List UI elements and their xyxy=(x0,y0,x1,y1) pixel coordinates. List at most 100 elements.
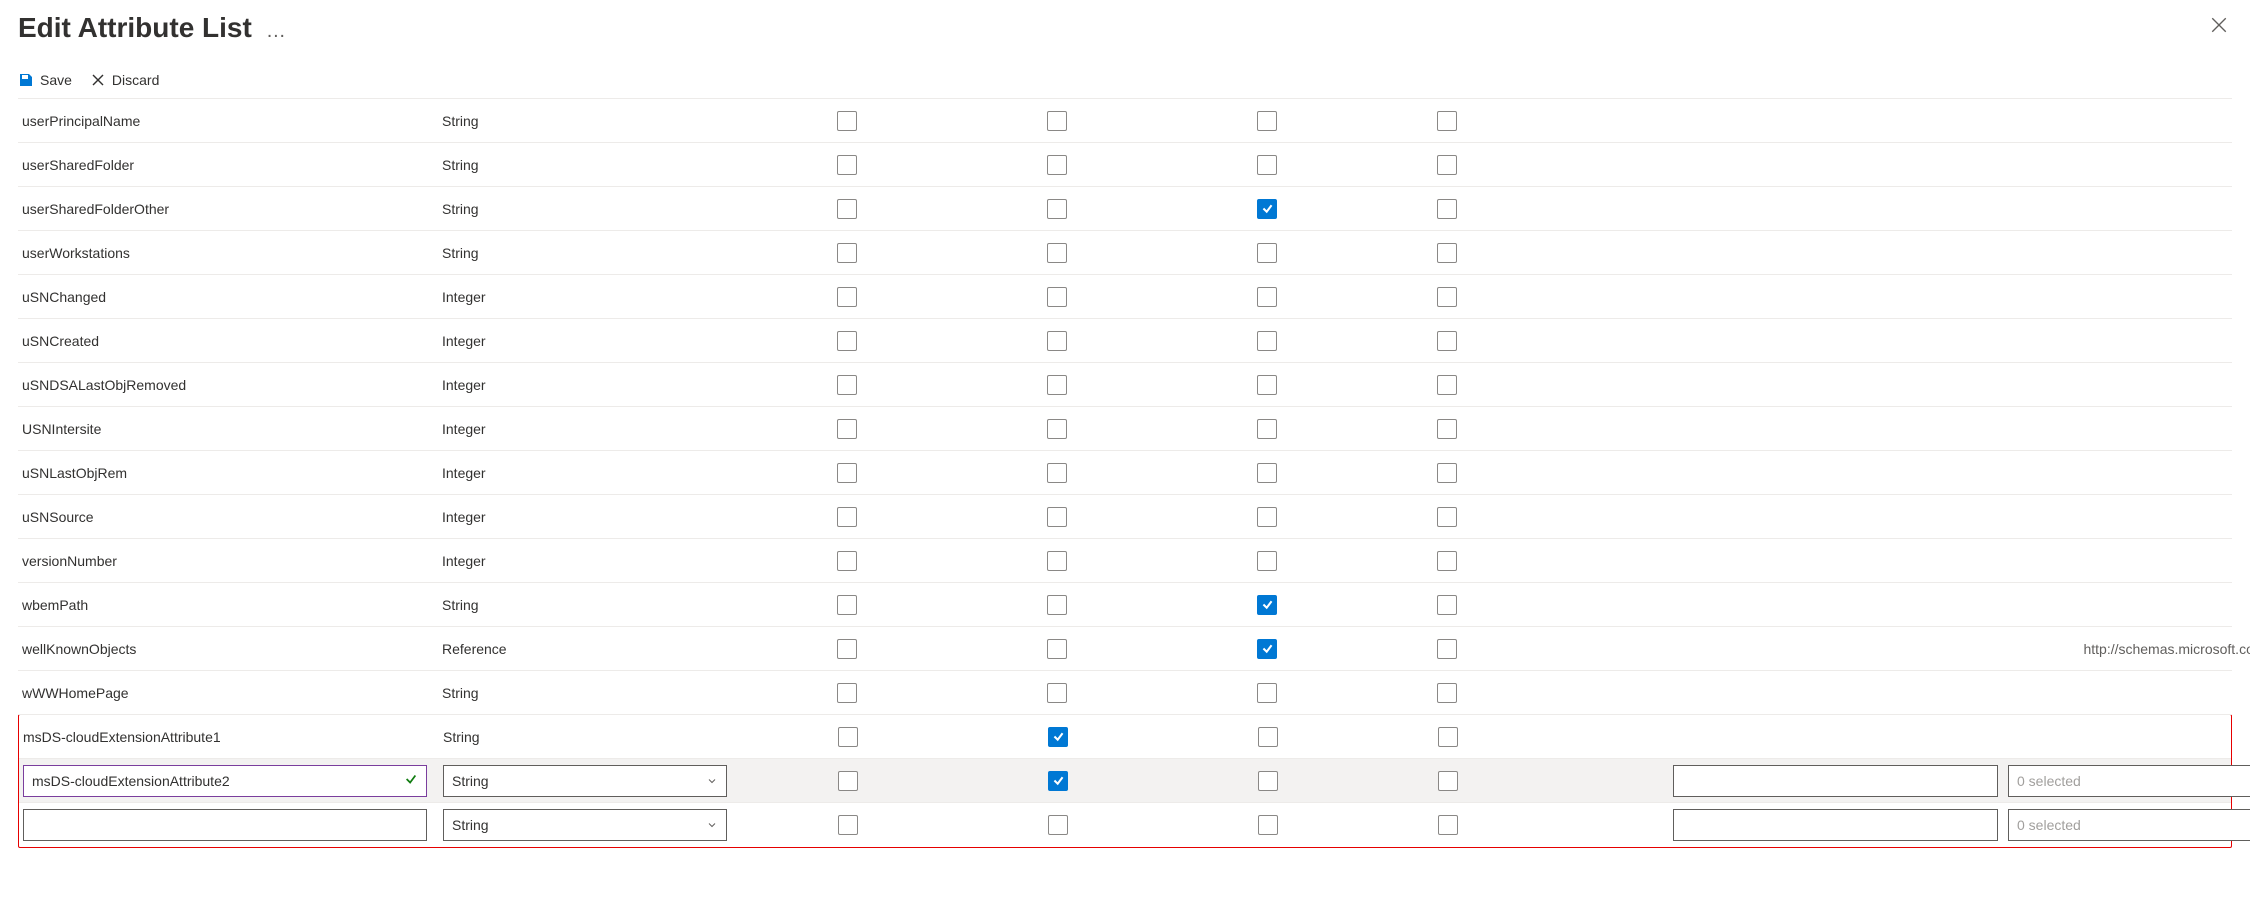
table-row: uSNCreatedInteger xyxy=(18,319,2232,363)
multiselect[interactable]: 0 selected xyxy=(2008,809,2250,841)
checkbox-col4[interactable] xyxy=(1437,595,1457,615)
checkbox-col4[interactable] xyxy=(1438,815,1458,835)
checkbox-col1[interactable] xyxy=(837,243,857,263)
checkbox-col4[interactable] xyxy=(1437,683,1457,703)
checkbox-col3[interactable] xyxy=(1257,551,1277,571)
discard-label: Discard xyxy=(112,72,159,88)
checkbox-col1[interactable] xyxy=(838,771,858,791)
checkbox-col2[interactable] xyxy=(1047,551,1067,571)
checkbox-col1[interactable] xyxy=(838,727,858,747)
checkbox-col4[interactable] xyxy=(1437,331,1457,351)
checkbox-col2[interactable] xyxy=(1047,155,1067,175)
checkbox-col3[interactable] xyxy=(1257,155,1277,175)
checkbox-col2[interactable] xyxy=(1047,595,1067,615)
attr-name: userWorkstations xyxy=(22,245,442,261)
checkbox-col1[interactable] xyxy=(837,683,857,703)
checkbox-col2[interactable] xyxy=(1047,243,1067,263)
checkbox-col3[interactable] xyxy=(1258,815,1278,835)
checkbox-col2[interactable] xyxy=(1047,463,1067,483)
checkbox-col1[interactable] xyxy=(837,463,857,483)
attr-type: Reference xyxy=(442,641,742,657)
checkbox-col4[interactable] xyxy=(1437,551,1457,571)
checkbox-col4[interactable] xyxy=(1437,419,1457,439)
attr-type: Integer xyxy=(442,289,742,305)
checkbox-col4[interactable] xyxy=(1438,727,1458,747)
checkbox-col1[interactable] xyxy=(837,199,857,219)
multiselect[interactable]: 0 selected xyxy=(2008,765,2250,797)
checkbox-col2[interactable] xyxy=(1047,331,1067,351)
checkbox-col1[interactable] xyxy=(837,419,857,439)
attr-type: String xyxy=(442,113,742,129)
checkbox-col1[interactable] xyxy=(837,639,857,659)
checkbox-col4[interactable] xyxy=(1437,111,1457,131)
multiselect-text: 0 selected xyxy=(2017,773,2081,789)
checkbox-col4[interactable] xyxy=(1437,463,1457,483)
checkbox-col3[interactable] xyxy=(1257,375,1277,395)
checkbox-col4[interactable] xyxy=(1437,199,1457,219)
page-title: Edit Attribute List xyxy=(18,12,252,44)
checkbox-col2[interactable] xyxy=(1047,287,1067,307)
checkbox-col2[interactable] xyxy=(1048,771,1068,791)
attr-type: String xyxy=(442,157,742,173)
checkbox-col4[interactable] xyxy=(1437,375,1457,395)
checkbox-col2[interactable] xyxy=(1047,111,1067,131)
checkbox-col3[interactable] xyxy=(1257,243,1277,263)
attr-type-select[interactable]: String xyxy=(443,809,727,841)
checkbox-col3[interactable] xyxy=(1257,463,1277,483)
extra-input[interactable] xyxy=(1673,809,1998,841)
checkbox-col1[interactable] xyxy=(837,595,857,615)
checkbox-col2[interactable] xyxy=(1047,639,1067,659)
checkbox-col2[interactable] xyxy=(1048,815,1068,835)
discard-button[interactable]: Discard xyxy=(90,72,159,88)
attribute-grid: userPrincipalNameStringuserSharedFolderS… xyxy=(18,99,2232,715)
checkbox-col2[interactable] xyxy=(1047,375,1067,395)
checkbox-col2[interactable] xyxy=(1047,507,1067,527)
save-icon xyxy=(18,72,34,88)
save-button[interactable]: Save xyxy=(18,72,72,88)
checkbox-col1[interactable] xyxy=(837,111,857,131)
close-button[interactable] xyxy=(2206,12,2232,44)
attr-name-input[interactable] xyxy=(23,809,427,841)
attr-name-input[interactable]: msDS-cloudExtensionAttribute2 xyxy=(23,765,427,797)
checkbox-col2[interactable] xyxy=(1047,419,1067,439)
checkbox-col2[interactable] xyxy=(1047,683,1067,703)
checkbox-col4[interactable] xyxy=(1437,287,1457,307)
table-row: userWorkstationsString xyxy=(18,231,2232,275)
chevron-down-icon xyxy=(706,775,718,787)
checkbox-col4[interactable] xyxy=(1437,507,1457,527)
attr-type-select[interactable]: String xyxy=(443,765,727,797)
attr-name: wbemPath xyxy=(22,597,442,613)
attr-type: Integer xyxy=(442,553,742,569)
checkbox-col2[interactable] xyxy=(1048,727,1068,747)
checkbox-col3[interactable] xyxy=(1257,419,1277,439)
extra-input[interactable] xyxy=(1673,765,1998,797)
checkbox-col1[interactable] xyxy=(837,155,857,175)
checkbox-col1[interactable] xyxy=(837,375,857,395)
attr-name: USNIntersite xyxy=(22,421,442,437)
checkbox-col3[interactable] xyxy=(1258,727,1278,747)
checkbox-col1[interactable] xyxy=(838,815,858,835)
checkbox-col3[interactable] xyxy=(1257,199,1277,219)
more-icon[interactable]: … xyxy=(266,14,286,43)
checkbox-col3[interactable] xyxy=(1258,771,1278,791)
checkbox-col3[interactable] xyxy=(1257,639,1277,659)
checkbox-col1[interactable] xyxy=(837,507,857,527)
checkbox-col4[interactable] xyxy=(1437,243,1457,263)
checkbox-col3[interactable] xyxy=(1257,331,1277,351)
checkbox-col4[interactable] xyxy=(1438,771,1458,791)
checkbox-col3[interactable] xyxy=(1257,595,1277,615)
checkbox-col1[interactable] xyxy=(837,331,857,351)
checkbox-col2[interactable] xyxy=(1047,199,1067,219)
checkbox-col4[interactable] xyxy=(1437,639,1457,659)
checkbox-col1[interactable] xyxy=(837,287,857,307)
checkbox-col3[interactable] xyxy=(1257,111,1277,131)
checkbox-col3[interactable] xyxy=(1257,287,1277,307)
table-row: uSNLastObjRemInteger xyxy=(18,451,2232,495)
checkbox-col3[interactable] xyxy=(1257,507,1277,527)
table-row: userPrincipalNameString xyxy=(18,99,2232,143)
checkbox-col3[interactable] xyxy=(1257,683,1277,703)
table-row: uSNChangedInteger xyxy=(18,275,2232,319)
attr-type-value: String xyxy=(452,817,489,833)
checkbox-col4[interactable] xyxy=(1437,155,1457,175)
checkbox-col1[interactable] xyxy=(837,551,857,571)
